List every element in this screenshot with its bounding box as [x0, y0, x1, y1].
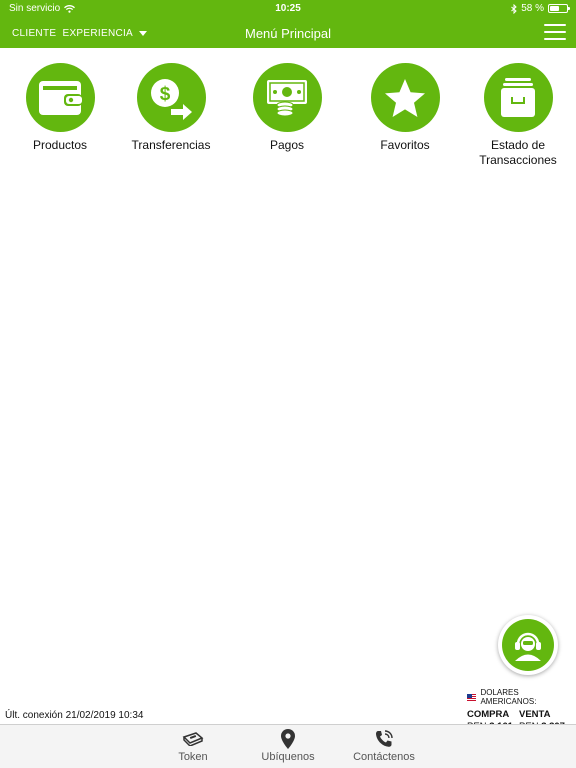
money-transfer-icon: $: [151, 78, 192, 120]
menu-item-label-line2: Transacciones: [479, 153, 557, 167]
bluetooth-icon: [511, 3, 517, 14]
menu-item-productos[interactable]: Productos: [0, 63, 120, 153]
us-flag-icon: [467, 693, 477, 701]
menu-item-pagos[interactable]: Pagos: [227, 63, 347, 153]
support-button[interactable]: [498, 615, 558, 675]
battery-icon: [548, 4, 570, 13]
token-device-icon: [182, 732, 204, 746]
star-icon: [385, 78, 425, 117]
menu-item-label-line1: Estado de: [490, 138, 546, 152]
menu-item-label: Favoritos: [380, 138, 430, 152]
phone-icon: [376, 730, 393, 747]
map-pin-icon: [281, 729, 295, 749]
menu-item-label: Productos: [32, 138, 88, 152]
sell-label: VENTA: [519, 709, 551, 720]
cash-coins-icon: [267, 79, 307, 116]
support-button-inner: [502, 619, 554, 671]
svg-text:$: $: [160, 84, 171, 105]
menu-item-label: Estado de Transacciones: [458, 138, 576, 168]
main-menu: Productos $ Transferencias Pagos Favorit…: [0, 63, 576, 173]
tab-label: Ubíquenos: [261, 751, 315, 763]
pagos-button[interactable]: [252, 63, 322, 132]
tab-label: Token: [178, 751, 208, 763]
tab-ubiquenos[interactable]: Ubíquenos: [238, 729, 338, 763]
estado-transacciones-button[interactable]: [483, 63, 553, 132]
exchange-header: DOLARES AMERICANOS:: [467, 688, 571, 706]
menu-item-transferencias[interactable]: $ Transferencias: [111, 63, 231, 153]
transferencias-button[interactable]: $: [136, 63, 206, 132]
favoritos-button[interactable]: [370, 63, 440, 132]
productos-button[interactable]: [25, 63, 95, 132]
tab-label: Contáctenos: [353, 751, 415, 763]
last-connection: Últ. conexión 21/02/2019 10:34: [5, 710, 144, 721]
menu-item-favoritos[interactable]: Favoritos: [345, 63, 465, 153]
wallet-icon: [39, 80, 82, 115]
hamburger-icon[interactable]: [544, 24, 566, 40]
menu-item-label: Pagos: [269, 138, 305, 152]
support-agent-icon: [515, 632, 541, 661]
battery-percent: 58 %: [521, 3, 544, 14]
tab-token[interactable]: Token: [143, 729, 243, 763]
status-bar: Sin servicio 10:25 58 %: [0, 0, 576, 18]
device-status: 58 %: [511, 3, 570, 14]
battery-fill: [550, 6, 559, 11]
tab-contactenos[interactable]: Contáctenos: [334, 729, 434, 763]
buy-label: COMPRA: [467, 709, 510, 720]
exchange-title: DOLARES AMERICANOS:: [480, 688, 537, 706]
menu-item-label: Transferencias: [131, 138, 211, 152]
bottom-tab-bar: Token Ubíquenos Contáctenos: [0, 724, 576, 768]
archive-box-icon: [501, 77, 535, 117]
clock: 10:25: [275, 3, 301, 14]
header: CLIENTE EXPERIENCIA Menú Principal: [0, 18, 576, 48]
menu-item-estado-transacciones[interactable]: Estado de Transacciones: [458, 63, 576, 168]
page-title: Menú Principal: [245, 26, 331, 41]
